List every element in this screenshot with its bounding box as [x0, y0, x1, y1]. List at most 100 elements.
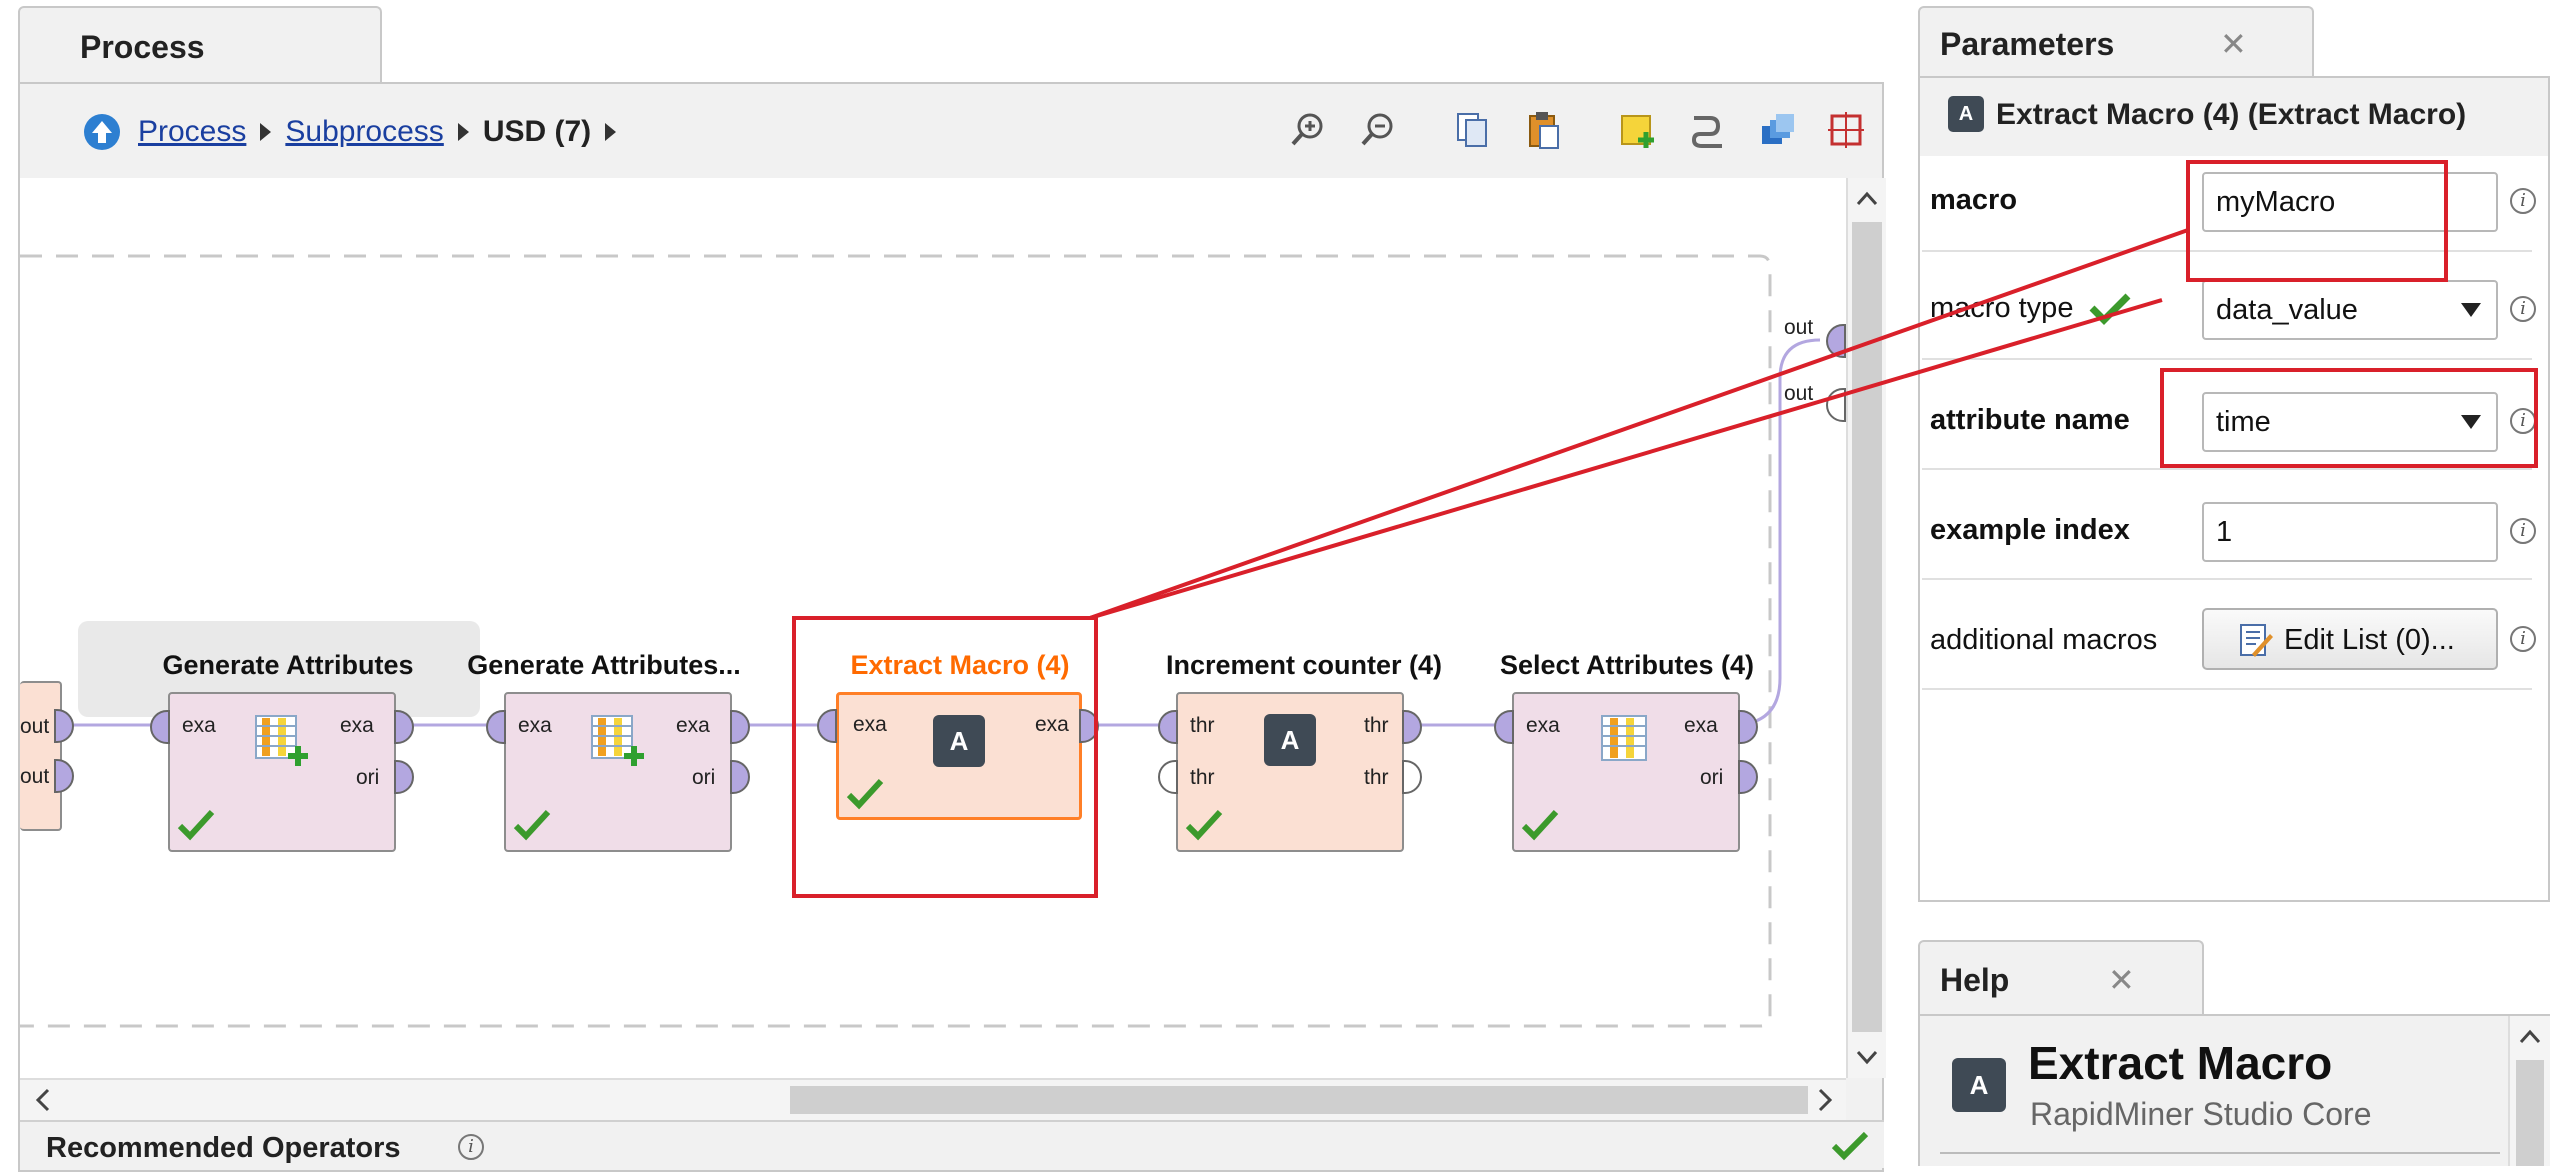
vertical-scrollbar-thumb[interactable] — [1852, 222, 1882, 1032]
checkmark-icon — [1185, 809, 1223, 841]
port-label: out — [20, 765, 50, 788]
example-index-input[interactable]: 1 — [2202, 502, 2498, 562]
operator-generate-attributes-2[interactable]: exa exa ori — [486, 692, 750, 852]
divider — [1922, 358, 2532, 360]
edit-list-icon — [2240, 624, 2273, 657]
highlight-attribute-name — [2160, 368, 2538, 468]
operator-select-attributes[interactable]: exa exa ori — [1494, 692, 1758, 852]
zoom-in-icon[interactable] — [1288, 110, 1328, 150]
port-label: exa — [182, 714, 216, 737]
parameters-header: A Extract Macro (4) (Extract Macro) — [1920, 78, 2548, 156]
vertical-scrollbar[interactable] — [1846, 178, 1886, 1078]
recommended-operators-bar[interactable]: Recommended Operators i — [20, 1120, 1884, 1168]
highlight-macro — [2186, 160, 2448, 282]
scroll-up-icon[interactable] — [2517, 1024, 2543, 1050]
horizontal-scrollbar-thumb[interactable] — [790, 1086, 1808, 1114]
tab-parameters-label: Parameters — [1940, 26, 2115, 62]
table-select-icon — [1601, 715, 1647, 761]
checkmark-icon — [513, 809, 551, 841]
help-title: Extract Macro — [2028, 1037, 2333, 1089]
process-panel: Process Process Subprocess USD (7) out o… — [0, 0, 1900, 1172]
tab-help[interactable]: Help ✕ — [1918, 940, 2204, 1016]
operator-title: Increment counter (4) — [1165, 650, 1443, 680]
horizontal-scrollbar[interactable] — [20, 1078, 1846, 1120]
info-icon[interactable]: i — [2510, 518, 2536, 544]
macro-operator-icon: A — [1264, 714, 1316, 766]
info-icon[interactable]: i — [2510, 296, 2536, 322]
param-label-example-index: example index — [1930, 514, 2130, 546]
checkmark-icon — [1521, 809, 1559, 841]
port-label: ori — [692, 766, 716, 789]
info-icon[interactable]: i — [458, 1134, 484, 1160]
table-add-icon — [591, 715, 644, 766]
checkmark-icon — [1831, 1131, 1869, 1161]
chevron-down-icon — [2461, 303, 2481, 317]
port-label: exa — [340, 714, 374, 737]
macro-type-select[interactable]: data_value — [2202, 280, 2498, 340]
operator-title: Generate Attributes — [162, 650, 414, 680]
help-subtitle: RapidMiner Studio Core — [2030, 1096, 2372, 1132]
macro-type-value: data_value — [2216, 294, 2358, 326]
scroll-down-icon[interactable] — [1854, 1044, 1880, 1070]
close-icon[interactable]: ✕ — [2220, 8, 2247, 80]
help-scrollbar[interactable] — [2508, 1016, 2550, 1166]
param-label-additional-macros: additional macros — [1930, 624, 2158, 656]
port-label: thr — [1364, 766, 1389, 789]
fit-to-view-icon[interactable] — [1826, 110, 1866, 150]
port-label: ori — [356, 766, 380, 789]
divider — [1922, 578, 2532, 580]
breadcrumb-current: USD (7) — [482, 115, 592, 148]
info-icon[interactable]: i — [2510, 188, 2536, 214]
parameters-operator-title: Extract Macro (4) (Extract Macro) — [1996, 98, 2467, 131]
port-label: ori — [1700, 766, 1724, 789]
chevron-right-icon — [260, 123, 272, 141]
port-label: exa — [518, 714, 552, 737]
previous-operator[interactable]: out out — [20, 681, 74, 831]
edit-list-button[interactable]: Edit List (0)... — [2202, 608, 2498, 670]
checkmark-icon — [177, 809, 215, 841]
divider — [1940, 1152, 2500, 1154]
operator-generate-attributes[interactable]: exa exa ori — [150, 692, 414, 852]
tab-help-label: Help — [1940, 962, 2010, 998]
breadcrumb-subprocess-link[interactable]: Subprocess — [285, 115, 443, 149]
help-header: A Extract Macro RapidMiner Studio Core — [1920, 1016, 2508, 1166]
table-add-icon — [255, 715, 308, 766]
highlight-extract-macro — [792, 616, 1098, 898]
arrange-operators-icon[interactable] — [1758, 110, 1798, 150]
tab-process[interactable]: Process — [18, 6, 382, 84]
param-label-attribute-name: attribute name — [1930, 404, 2130, 436]
recommended-operators-label: Recommended Operators — [46, 1132, 401, 1164]
port-label: thr — [1190, 714, 1215, 737]
port-label: out — [1784, 316, 1814, 339]
auto-wire-icon[interactable] — [1688, 110, 1728, 150]
edit-list-label: Edit List (0)... — [2284, 624, 2455, 656]
info-icon[interactable]: i — [2510, 626, 2536, 652]
breadcrumb: Process Subprocess USD (7) — [82, 110, 617, 154]
port-label: thr — [1190, 766, 1215, 789]
operator-title: Select Attributes (4) — [1499, 650, 1755, 680]
param-label-macro: macro — [1930, 184, 2018, 216]
copy-icon[interactable] — [1452, 110, 1492, 150]
param-label-macro-type: macro type — [1930, 292, 2074, 324]
port-label: out — [1784, 382, 1814, 405]
scroll-up-icon[interactable] — [1854, 186, 1880, 212]
port-label: out — [20, 715, 50, 738]
scroll-left-icon[interactable] — [30, 1086, 58, 1114]
breadcrumb-process-link[interactable]: Process — [138, 115, 246, 149]
operator-title: Generate Attributes... — [467, 650, 741, 680]
port-label: exa — [676, 714, 710, 737]
help-scrollbar-thumb[interactable] — [2516, 1060, 2544, 1166]
zoom-out-icon[interactable] — [1358, 110, 1398, 150]
chevron-right-icon[interactable] — [605, 123, 617, 141]
navigate-up-icon[interactable] — [82, 112, 122, 152]
checkmark-icon — [2089, 293, 2131, 325]
operator-increment-counter[interactable]: thr thr thr thr A — [1158, 692, 1422, 852]
add-note-icon[interactable] — [1618, 110, 1658, 150]
scroll-right-icon[interactable] — [1810, 1086, 1838, 1114]
port-label: thr — [1364, 714, 1389, 737]
chevron-right-icon — [457, 123, 469, 141]
port-label: exa — [1684, 714, 1718, 737]
paste-icon[interactable] — [1524, 110, 1564, 150]
close-icon[interactable]: ✕ — [2108, 942, 2135, 1018]
tab-parameters[interactable]: Parameters ✕ — [1918, 6, 2314, 78]
